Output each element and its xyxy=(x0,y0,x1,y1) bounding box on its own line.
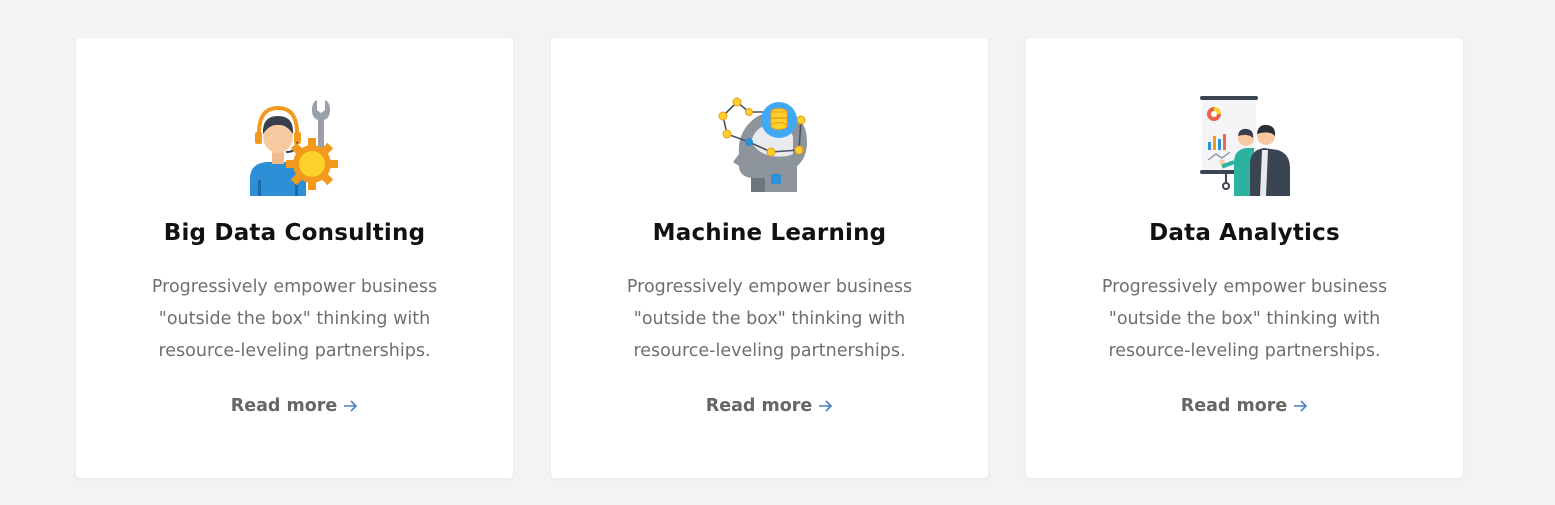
read-more-label: Read more xyxy=(705,396,813,416)
consultant-gear-icon xyxy=(240,92,350,196)
ai-head-network-icon xyxy=(715,92,825,196)
arrow-right-icon xyxy=(1293,398,1308,418)
read-more-link[interactable]: Read more xyxy=(1026,396,1463,418)
card-description: Progressively empower business "outside … xyxy=(1101,277,1388,361)
service-card-data-analytics: Data Analytics Progressively empower bus… xyxy=(1026,38,1463,478)
service-card-machine-learning: Machine Learning Progressively empower b… xyxy=(551,38,988,478)
card-title: Big Data Consulting xyxy=(163,220,426,246)
read-more-label: Read more xyxy=(230,396,338,416)
card-title: Data Analytics xyxy=(1149,220,1340,246)
card-description: Progressively empower business "outside … xyxy=(151,277,438,361)
card-title: Machine Learning xyxy=(652,220,887,246)
arrow-right-icon xyxy=(818,398,833,418)
read-more-link[interactable]: Read more xyxy=(551,396,988,418)
presentation-board-icon xyxy=(1190,92,1300,196)
arrow-right-icon xyxy=(343,398,358,418)
services-section: Big Data Consulting Progressively empowe… xyxy=(0,0,1555,505)
read-more-label: Read more xyxy=(1180,396,1288,416)
card-description: Progressively empower business "outside … xyxy=(626,277,913,361)
read-more-link[interactable]: Read more xyxy=(76,396,513,418)
service-card-big-data-consulting: Big Data Consulting Progressively empowe… xyxy=(76,38,513,478)
